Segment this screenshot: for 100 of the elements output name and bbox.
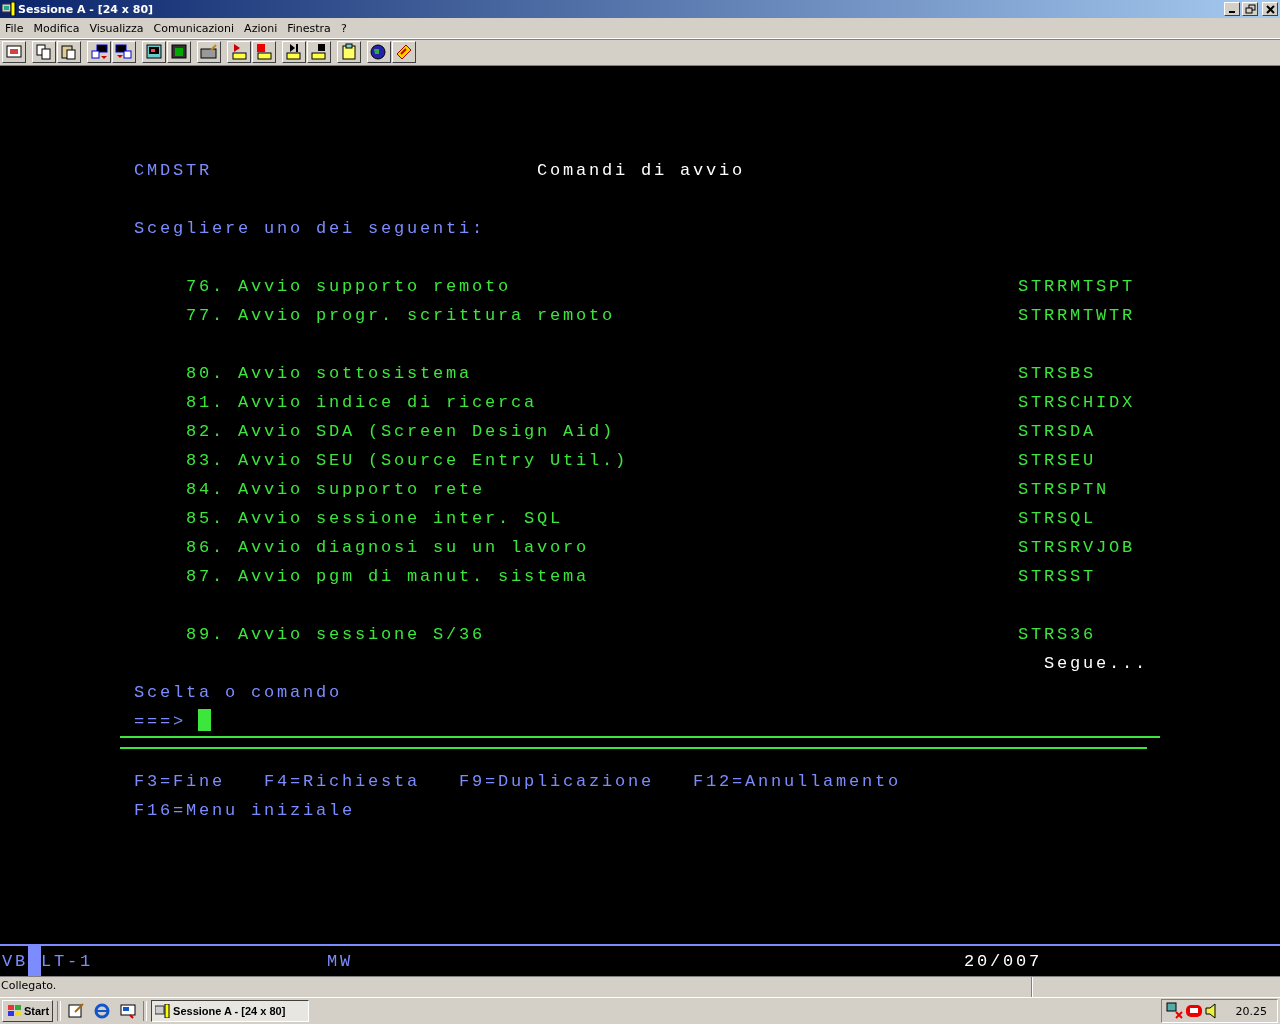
menu-item[interactable]: ? [335, 21, 352, 35]
function-key-label: F3=Fine [134, 771, 225, 793]
option-number: 83. [186, 450, 226, 472]
option-number: 86. [186, 537, 226, 559]
command-name: STRS36 [1018, 624, 1096, 646]
menu-item[interactable]: Azioni [239, 21, 283, 35]
display-icon [145, 43, 163, 61]
more-indicator: Segue... [1044, 653, 1148, 675]
command-name: STRSDA [1018, 421, 1096, 443]
status-indicator: LT-1 [41, 951, 95, 971]
menu-item[interactable]: Modifica [28, 21, 85, 35]
status-indicator: MW [327, 951, 355, 971]
stop-record-icon [255, 43, 273, 61]
option-number: 89. [186, 624, 226, 646]
minimize-icon [1229, 11, 1235, 13]
option-label: Avvio SDA (Screen Design Aid) [238, 421, 617, 443]
restore-icon [1244, 3, 1256, 15]
restore-button[interactable] [1242, 2, 1258, 16]
play-record-icon [230, 43, 248, 61]
option-number: 87. [186, 566, 226, 588]
stop-record-button[interactable] [252, 41, 276, 63]
close-icon [1264, 3, 1276, 15]
option-number: 80. [186, 363, 226, 385]
copy-button[interactable] [32, 41, 56, 63]
start-button[interactable]: Start [2, 1000, 54, 1022]
globe-button[interactable] [367, 41, 391, 63]
function-key-label: F4=Richiesta [264, 771, 421, 793]
screen-icon [5, 43, 23, 61]
globe-icon [370, 43, 388, 61]
keyboard-button[interactable] [197, 41, 221, 63]
minimize-button[interactable] [1224, 2, 1240, 16]
clipboard-icon [340, 43, 358, 61]
stop-tape-icon [310, 43, 328, 61]
menu-item[interactable]: Visualizza [84, 21, 149, 35]
stop-tape-button[interactable] [307, 41, 331, 63]
command-name: STRRMTWTR [1018, 305, 1135, 327]
display-button[interactable] [167, 41, 191, 63]
command-name: STRSQL [1018, 508, 1096, 530]
windows-button[interactable] [87, 41, 111, 63]
status-text: Collegato. [0, 977, 1032, 997]
option-label: Avvio progr. scrittura remoto [238, 305, 617, 327]
function-key-label: F9=Duplicazione [459, 771, 655, 793]
option-label: Avvio supporto rete [238, 479, 487, 501]
display-icon [170, 43, 188, 61]
windows-icon [90, 43, 108, 61]
notepad-icon [67, 1002, 86, 1020]
option-number: 76. [186, 276, 226, 298]
option-number: 77. [186, 305, 226, 327]
option-number: 82. [186, 421, 226, 443]
windows-icon [115, 43, 133, 61]
option-label: Avvio sessione S/36 [238, 624, 487, 646]
prompt-label: Scelta o comando [134, 682, 343, 704]
command-name: STRSEU [1018, 450, 1096, 472]
command-name: STRRMTSPT [1018, 276, 1135, 298]
menu-item[interactable]: Finestra [282, 21, 336, 35]
option-label: Avvio sottosistema [238, 363, 474, 385]
desktop-icon [119, 1002, 138, 1020]
graphics-logo-icon[interactable] [1184, 1002, 1203, 1020]
option-number: 85. [186, 508, 226, 530]
instruction-text: Scegliere uno dei seguenti: [134, 218, 486, 240]
option-number: 84. [186, 479, 226, 501]
status-indicator: VB [2, 951, 28, 971]
option-number: 81. [186, 392, 226, 414]
play-tape-button[interactable] [282, 41, 306, 63]
command-name: STRSPTN [1018, 479, 1109, 501]
menu-item[interactable]: File [0, 21, 29, 35]
option-label: Avvio indice di ricerca [238, 392, 539, 414]
windows-button[interactable] [112, 41, 136, 63]
keyboard-icon [200, 43, 218, 61]
function-key-label: F16=Menu iniziale [134, 800, 356, 822]
close-button[interactable] [1262, 2, 1278, 16]
menu-item[interactable]: Comunicazioni [148, 21, 240, 35]
screen-button[interactable] [2, 41, 26, 63]
clipboard-button[interactable] [337, 41, 361, 63]
windows-logo-icon [6, 1004, 22, 1018]
command-name: STRSCHIDX [1018, 392, 1135, 414]
screen-title: Comandi di avvio [537, 160, 746, 182]
command-name: STRSRVJOB [1018, 537, 1135, 559]
program-name: CMDSTR [134, 160, 213, 182]
function-key-label: F12=Annullamento [693, 771, 902, 793]
terminal-icon [2, 2, 16, 16]
command-name: STRSST [1018, 566, 1096, 588]
clock-text: 20.25 [1235, 1004, 1268, 1018]
play-tape-icon [285, 43, 303, 61]
network-error-icon[interactable] [1165, 1002, 1184, 1020]
option-label: Avvio supporto remoto [238, 276, 513, 298]
copy-icon [35, 43, 53, 61]
paste-icon [60, 43, 78, 61]
text-cursor [198, 709, 211, 731]
paste-button[interactable] [57, 41, 81, 63]
display-button[interactable] [142, 41, 166, 63]
play-record-button[interactable] [227, 41, 251, 63]
command-name: STRSBS [1018, 363, 1096, 385]
option-label: Avvio pgm di manut. sistema [238, 566, 591, 588]
option-label: Avvio sessione inter. SQL [238, 508, 565, 530]
option-label: Avvio SEU (Source Entry Util.) [238, 450, 630, 472]
option-label: Avvio diagnosi su un lavoro [238, 537, 591, 559]
cursor-position: 20/007 [964, 951, 1043, 971]
terminal-icon [155, 1004, 172, 1018]
taskbar-button[interactable]: Sessione A - [24 x 80] [151, 1000, 310, 1022]
